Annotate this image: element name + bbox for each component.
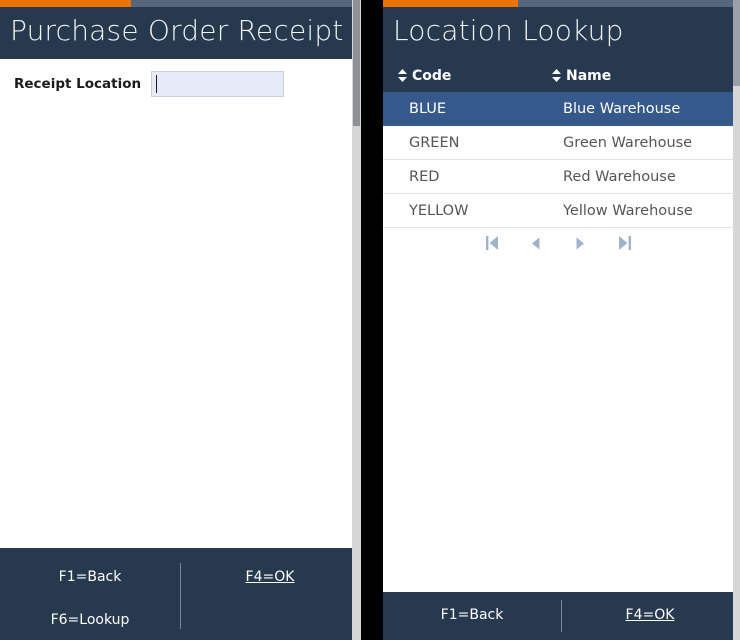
sort-toggle-icon[interactable] (551, 69, 562, 82)
right-accent-fill (383, 0, 518, 7)
receipt-location-label: Receipt Location (14, 76, 142, 92)
table-header: Code Name (383, 59, 733, 92)
column-header-name-label: Name (566, 67, 612, 84)
next-page-icon[interactable] (571, 234, 589, 252)
page-title: Purchase Order Receipt (10, 14, 344, 47)
table-header-row: Code Name (383, 59, 733, 92)
location-lookup-panel: Location Lookup Code Name BLUE Blue Ware… (383, 0, 740, 640)
cell-code: GREEN (383, 125, 537, 160)
cell-code: BLUE (383, 92, 537, 126)
cell-name: Blue Warehouse (537, 92, 733, 126)
column-header-code-label: Code (412, 67, 452, 84)
left-panel-header: Purchase Order Receipt (0, 7, 361, 59)
table-row[interactable]: GREEN Green Warehouse (383, 125, 733, 160)
right-panel-body: Code Name BLUE Blue Warehouse GREEN Gree… (383, 59, 740, 592)
last-page-icon[interactable] (615, 234, 633, 252)
cell-name: Green Warehouse (537, 125, 733, 160)
app-screen: Purchase Order Receipt Receipt Location … (0, 0, 740, 640)
location-lookup-table: Code Name BLUE Blue Warehouse GREEN Gree… (383, 59, 733, 228)
cell-name: Yellow Warehouse (537, 193, 733, 228)
right-accent-bar (383, 0, 740, 7)
left-scrollbar-thumb[interactable] (353, 0, 360, 126)
receipt-location-input[interactable] (151, 71, 285, 97)
table-row[interactable]: YELLOW Yellow Warehouse (383, 193, 733, 228)
f1-back-button[interactable]: F1=Back (383, 607, 561, 623)
first-page-icon[interactable] (483, 234, 501, 252)
cell-name: Red Warehouse (537, 159, 733, 194)
f4-ok-button[interactable]: F4=OK (561, 607, 739, 623)
left-accent-fill (0, 0, 131, 7)
cell-code: YELLOW (383, 193, 537, 228)
footer-divider (180, 563, 181, 629)
receipt-location-field-row: Receipt Location (14, 71, 285, 97)
lookup-title: Location Lookup (393, 14, 624, 47)
table-row[interactable]: RED Red Warehouse (383, 159, 733, 194)
right-scrollbar-thumb[interactable] (733, 0, 740, 86)
right-footer: F1=Back F4=OK (383, 592, 740, 640)
text-caret (156, 75, 158, 93)
f1-back-button[interactable]: F1=Back (0, 569, 180, 585)
right-vertical-scrollbar[interactable] (733, 0, 740, 640)
left-panel-body: Receipt Location (0, 59, 361, 548)
sort-toggle-icon[interactable] (397, 69, 408, 82)
table-pagination (383, 224, 733, 262)
right-panel-header: Location Lookup (383, 7, 740, 59)
previous-page-icon[interactable] (527, 234, 545, 252)
f6-lookup-button[interactable]: F6=Lookup (0, 612, 180, 628)
left-footer: F1=Back F4=OK F6=Lookup (0, 548, 361, 640)
table-row[interactable]: BLUE Blue Warehouse (383, 92, 733, 126)
f4-ok-button[interactable]: F4=OK (180, 569, 360, 585)
cell-code: RED (383, 159, 537, 194)
footer-divider (561, 600, 562, 632)
purchase-order-receipt-panel: Purchase Order Receipt Receipt Location … (0, 0, 361, 640)
left-accent-bar (0, 0, 361, 7)
table-body: BLUE Blue Warehouse GREEN Green Warehous… (383, 92, 733, 228)
column-header-code[interactable]: Code (383, 59, 537, 92)
column-header-name[interactable]: Name (537, 59, 733, 92)
left-vertical-scrollbar[interactable] (352, 0, 361, 640)
